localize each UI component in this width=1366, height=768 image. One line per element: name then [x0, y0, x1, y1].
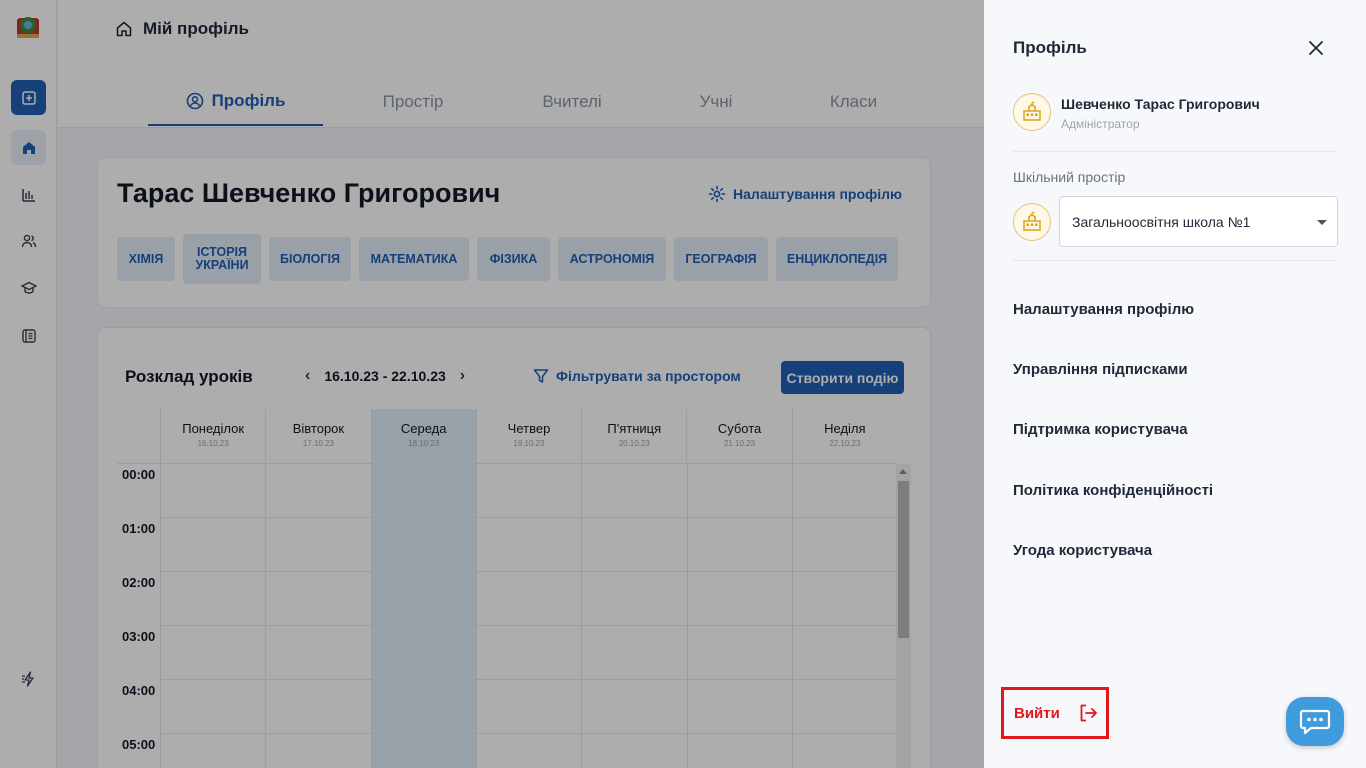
chevron-down-icon	[1317, 220, 1327, 225]
school-space-label: Шкільний простір	[1013, 169, 1126, 185]
menu-item-support[interactable]: Підтримка користувача	[1013, 400, 1337, 460]
school-icon	[1023, 101, 1041, 121]
close-icon[interactable]	[1307, 39, 1325, 57]
user-name: Шевченко Тарас Григорович	[1061, 96, 1260, 112]
divider	[1013, 151, 1337, 152]
menu-item-privacy-policy[interactable]: Політика конфіденційності	[1013, 460, 1337, 520]
modal-backdrop[interactable]	[0, 0, 984, 768]
menu-item-profile-settings[interactable]: Налаштування профілю	[1013, 279, 1337, 339]
school-space-row: Загальноосвітня школа №1	[1013, 196, 1338, 247]
drawer-title: Профіль	[1013, 38, 1087, 57]
school-icon	[1023, 211, 1041, 231]
chat-icon	[1299, 709, 1331, 734]
logout-button[interactable]: Вийти	[1001, 687, 1109, 739]
logout-icon	[1080, 704, 1097, 722]
user-role: Адміністратор	[1061, 117, 1140, 131]
drawer-menu: Налаштування профілю Управління підписка…	[1013, 279, 1337, 580]
menu-item-subscriptions[interactable]: Управління підписками	[1013, 339, 1337, 399]
user-avatar	[1013, 93, 1051, 131]
profile-drawer: Профіль Шевченко Тарас Григорович Адміні…	[984, 0, 1366, 768]
school-space-select[interactable]: Загальноосвітня школа №1	[1059, 196, 1338, 247]
menu-item-user-agreement[interactable]: Угода користувача	[1013, 520, 1337, 580]
chat-support-button[interactable]	[1286, 697, 1344, 746]
school-avatar	[1013, 202, 1051, 241]
divider	[1013, 260, 1337, 261]
user-info: Шевченко Тарас Григорович Адміністратор	[1013, 93, 1260, 131]
